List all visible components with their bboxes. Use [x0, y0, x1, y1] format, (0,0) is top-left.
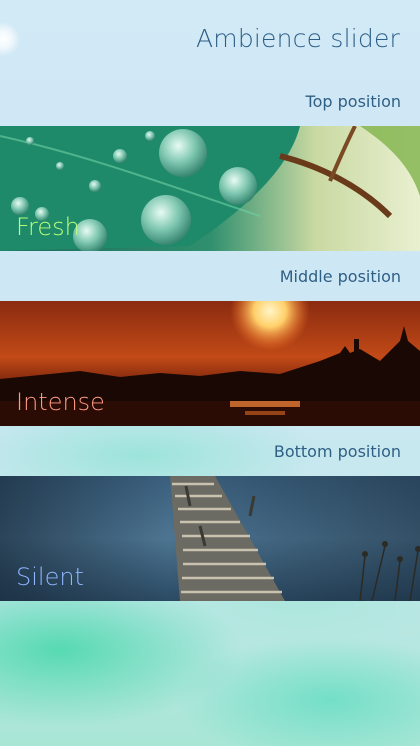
ambience-item-intense[interactable]: Intense	[0, 301, 420, 426]
ambience-label-fresh: Fresh	[16, 213, 80, 241]
section-header-top: Top position	[305, 92, 401, 111]
ambience-item-silent[interactable]: Silent	[0, 476, 420, 601]
page-title: Ambience slider	[195, 24, 400, 53]
ambience-label-intense: Intense	[16, 388, 105, 416]
section-header-bottom: Bottom position	[273, 442, 401, 461]
ambience-item-fresh[interactable]: Fresh	[0, 126, 420, 251]
section-header-middle: Middle position	[279, 267, 401, 286]
ambience-label-silent: Silent	[16, 563, 84, 591]
